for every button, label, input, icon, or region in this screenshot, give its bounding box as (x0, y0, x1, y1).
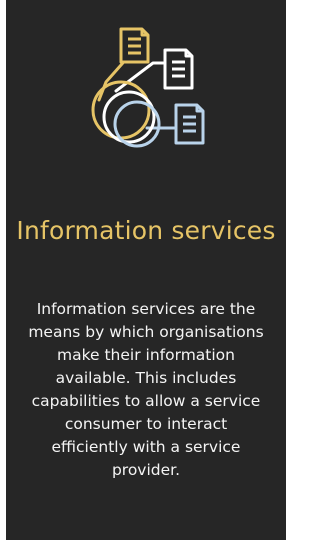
information-services-icon (6, 0, 286, 160)
card-title: Information services (16, 216, 276, 245)
card-description: Information services are the means by wh… (28, 300, 264, 479)
information-services-card: Information services Information service… (6, 0, 286, 540)
